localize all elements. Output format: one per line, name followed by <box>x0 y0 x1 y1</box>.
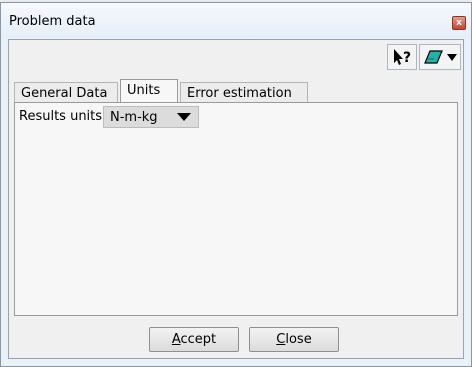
results-units-select[interactable]: N-m-kg <box>103 106 199 128</box>
window-title: Problem data <box>9 14 96 29</box>
accept-mnemonic: A <box>171 332 181 347</box>
toolbar: ? <box>9 40 463 74</box>
tab-units[interactable]: Units <box>120 79 178 103</box>
close-icon: x <box>456 18 462 28</box>
close-button[interactable]: Close <box>249 327 339 352</box>
close-mnemonic: C <box>276 332 286 347</box>
accept-button[interactable]: Accept <box>149 327 239 352</box>
tab-error-estimation[interactable]: Error estimation <box>180 82 308 102</box>
selected-unit-value: N-m-kg <box>110 110 158 125</box>
units-tab-panel: Results units N-m-kg <box>14 102 458 316</box>
title-bar[interactable]: Problem data x <box>1 3 471 37</box>
tab-label: General Data <box>21 86 108 101</box>
problem-data-window: Problem data x ? General Data Units Erro… <box>0 2 472 367</box>
chevron-down-icon <box>177 113 191 121</box>
context-help-button[interactable]: ? <box>387 44 417 70</box>
tab-general-data[interactable]: General Data <box>14 82 118 102</box>
chevron-down-icon <box>447 54 457 61</box>
tab-label: Units <box>127 83 161 98</box>
close-window-button[interactable]: x <box>452 16 466 30</box>
dialog-footer: Accept Close <box>9 316 463 358</box>
tab-label: Error estimation <box>187 86 292 101</box>
layer-icon <box>424 50 457 64</box>
results-units-label: Results units <box>19 109 103 124</box>
context-help-icon: ? <box>394 49 411 66</box>
layer-menu-button[interactable] <box>419 44 461 70</box>
dialog-client-area: ? General Data Units Error estimation Re… <box>8 39 464 359</box>
close-label: lose <box>285 332 312 347</box>
help-question-glyph: ? <box>403 50 411 66</box>
accept-label: ccept <box>180 332 217 347</box>
